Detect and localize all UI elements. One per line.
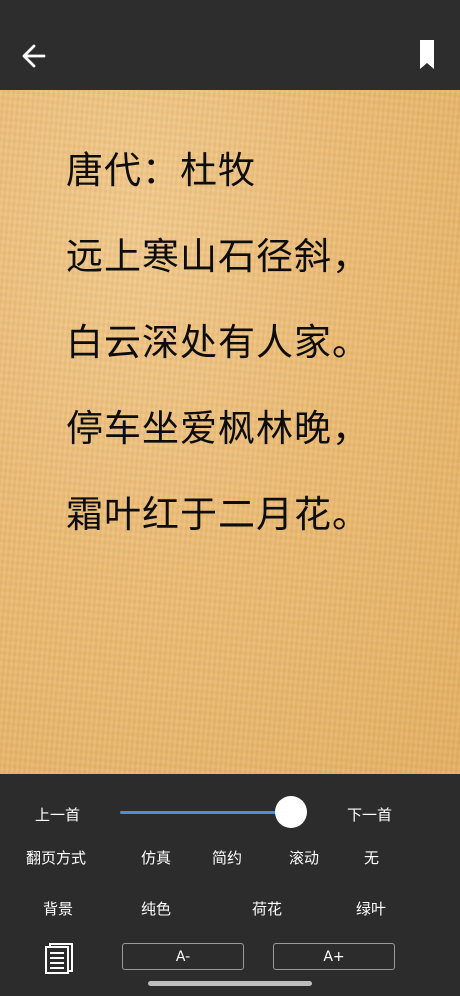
prev-poem-button[interactable]: 上一首 bbox=[35, 804, 80, 825]
poem-line: 白云深处有人家。 bbox=[66, 321, 370, 364]
top-bar bbox=[0, 0, 460, 90]
reading-page: 唐代：杜牧 远上寒山石径斜， 白云深处有人家。 停车坐爱枫林晚， 霜叶红于二月花… bbox=[0, 90, 460, 774]
next-poem-button[interactable]: 下一首 bbox=[347, 804, 392, 825]
poem-text: 唐代：杜牧 远上寒山石径斜， 白云深处有人家。 停车坐爱枫林晚， 霜叶红于二月花… bbox=[66, 128, 440, 558]
progress-slider-thumb[interactable] bbox=[275, 796, 308, 828]
page-turn-label: 翻页方式 bbox=[26, 849, 87, 867]
arrow-left-icon bbox=[22, 44, 46, 68]
background-option-leaves[interactable]: 绿叶 bbox=[356, 898, 386, 919]
reader-controls-panel: 上一首 下一首 翻页方式 仿真 简约 滚动 无 背景 纯色 荷花 绿叶 A- A… bbox=[0, 774, 460, 996]
poem-line: 停车坐爱枫林晚， bbox=[66, 407, 370, 450]
home-indicator[interactable] bbox=[148, 981, 312, 986]
back-button[interactable] bbox=[16, 38, 52, 74]
page-turn-option-simple[interactable]: 简约 bbox=[212, 847, 242, 868]
page-turn-option-scroll[interactable]: 滚动 bbox=[289, 847, 319, 868]
font-decrease-button[interactable]: A- bbox=[122, 943, 244, 970]
poem-line: 霜叶红于二月花。 bbox=[66, 493, 370, 536]
toc-button[interactable] bbox=[43, 942, 75, 974]
poem-author-line: 唐代：杜牧 bbox=[66, 149, 256, 192]
font-increase-button[interactable]: A+ bbox=[273, 943, 395, 970]
page-turn-option-none[interactable]: 无 bbox=[364, 847, 379, 868]
bookmark-button[interactable] bbox=[416, 40, 438, 72]
background-option-solid[interactable]: 纯色 bbox=[141, 898, 171, 919]
page-turn-option-simulation[interactable]: 仿真 bbox=[141, 847, 171, 868]
background-option-lotus[interactable]: 荷花 bbox=[252, 898, 282, 919]
poem-line: 远上寒山石径斜， bbox=[66, 235, 370, 278]
document-list-icon bbox=[45, 943, 73, 974]
bookmark-icon bbox=[420, 40, 434, 69]
background-label: 背景 bbox=[43, 900, 74, 918]
